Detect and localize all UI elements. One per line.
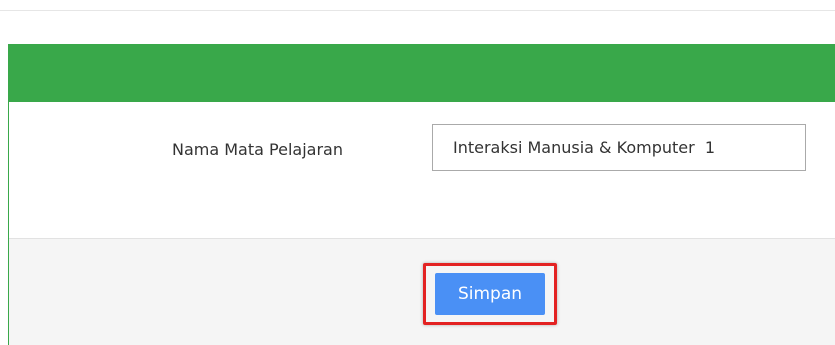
subject-name-label: Nama Mata Pelajaran: [172, 140, 343, 159]
panel-body: Nama Mata Pelajaran: [9, 102, 835, 238]
panel-header: [9, 44, 835, 102]
page: Nama Mata Pelajaran Simpan: [0, 0, 835, 345]
save-button-highlight: Simpan: [423, 263, 557, 325]
save-button[interactable]: Simpan: [435, 273, 545, 315]
panel-footer: Simpan: [9, 238, 835, 345]
subject-name-input[interactable]: [432, 124, 806, 171]
top-divider: [0, 10, 835, 11]
form-panel: Nama Mata Pelajaran Simpan: [8, 44, 835, 345]
